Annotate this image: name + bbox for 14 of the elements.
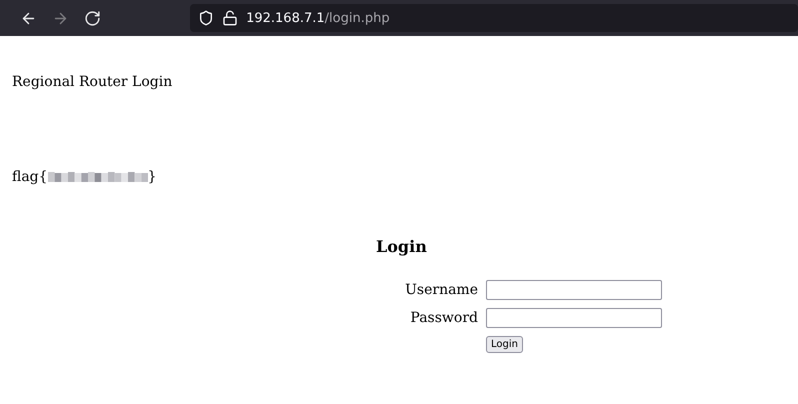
flag-suffix: } xyxy=(148,168,156,186)
field-label: Password xyxy=(409,310,478,326)
unlocked-padlock-icon xyxy=(222,10,238,26)
login-button[interactable]: Login xyxy=(486,336,523,353)
field-label: Username xyxy=(404,282,478,298)
reload-icon xyxy=(84,10,102,26)
input-field[interactable] xyxy=(486,280,662,300)
url-text: 192.168.7.1/login.php xyxy=(246,10,390,26)
address-bar[interactable]: 192.168.7.1/login.php xyxy=(190,4,798,32)
login-heading: Login xyxy=(376,237,428,256)
shield-icon xyxy=(198,10,214,26)
page-title: Regional Router Login xyxy=(12,73,174,91)
input-field[interactable] xyxy=(486,308,662,328)
flag-prefix: flag{ xyxy=(12,168,48,186)
